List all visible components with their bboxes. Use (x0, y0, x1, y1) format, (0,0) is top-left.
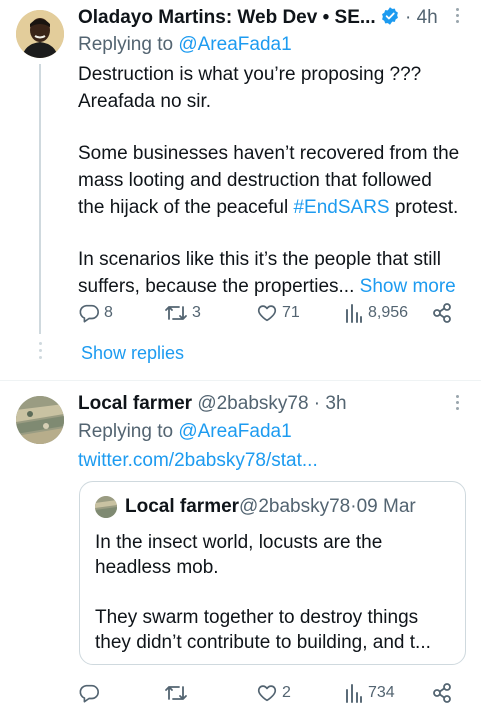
reply-button[interactable]: 8 (78, 302, 113, 324)
quoted-author-handle: @2babsky78 (239, 496, 351, 517)
tweet1-header: Oladayo Martins: Web Dev • SE... · 4h (78, 6, 438, 31)
quoted-tweet-text: In the insect world, locusts are the hea… (95, 532, 431, 653)
quoted-tweet-header: Local farmer @2babsky78 · 09 Mar (95, 496, 416, 518)
author-name[interactable]: Local farmer (78, 393, 192, 414)
show-more-link[interactable]: Show more (360, 276, 456, 297)
share-button[interactable] (432, 682, 452, 704)
retweet-icon (165, 306, 187, 320)
views-icon (346, 684, 362, 703)
retweet-button[interactable]: 3 (164, 302, 201, 324)
tweet2-actions: 2 734 (78, 682, 467, 708)
like-icon (257, 305, 277, 322)
verified-badge-icon (380, 6, 400, 31)
tweet1-text: Destruction is what you’re proposing ???… (78, 64, 460, 297)
more-icon[interactable] (447, 395, 467, 415)
timestamp[interactable]: 4h (417, 7, 438, 28)
views-button[interactable]: 8,956 (344, 302, 408, 324)
tweet-link[interactable]: twitter.com/2babsky78/stat... (78, 450, 318, 472)
like-button[interactable]: 71 (256, 302, 300, 324)
views-button[interactable]: 734 (344, 682, 395, 704)
timestamp[interactable]: 3h (325, 393, 346, 414)
retweet-button[interactable] (164, 682, 192, 704)
retweet-icon (165, 686, 187, 700)
hashtag-endsars[interactable]: #EndSARS (293, 197, 389, 218)
author-handle[interactable]: @2babsky78 (197, 393, 308, 414)
show-replies-link[interactable]: Show replies (81, 343, 184, 364)
replying-handle-link[interactable]: @AreaFada1 (178, 421, 291, 442)
like-icon (257, 685, 277, 702)
like-button[interactable]: 2 (256, 682, 291, 704)
avatar[interactable] (16, 396, 64, 444)
avatar (95, 496, 117, 518)
thread-line (39, 64, 41, 334)
share-icon (433, 683, 451, 703)
replying-to: Replying to @AreaFada1 (78, 34, 292, 55)
views-icon (346, 304, 362, 323)
tweet1-actions: 8 3 71 8,956 (78, 302, 467, 328)
more-icon[interactable] (447, 8, 467, 28)
quoted-author-name: Local farmer (125, 496, 240, 517)
author-name[interactable]: Oladayo Martins: Web Dev • SE... (78, 7, 376, 28)
reply-icon (79, 684, 99, 703)
reply-icon (79, 304, 99, 323)
divider (0, 380, 481, 381)
reply-button[interactable] (78, 682, 104, 704)
replying-to: Replying to @AreaFada1 (78, 421, 292, 442)
share-button[interactable] (432, 302, 452, 324)
quoted-date: 09 Mar (356, 496, 416, 517)
avatar[interactable] (16, 10, 64, 58)
quoted-tweet[interactable]: Local farmer @2babsky78 · 09 Mar In the … (79, 481, 466, 665)
replying-handle-link[interactable]: @AreaFada1 (178, 34, 291, 55)
tweet2-header: Local farmer @2babsky78 · 3h (78, 393, 347, 414)
thread-dots (36, 342, 44, 364)
share-icon (433, 303, 451, 323)
